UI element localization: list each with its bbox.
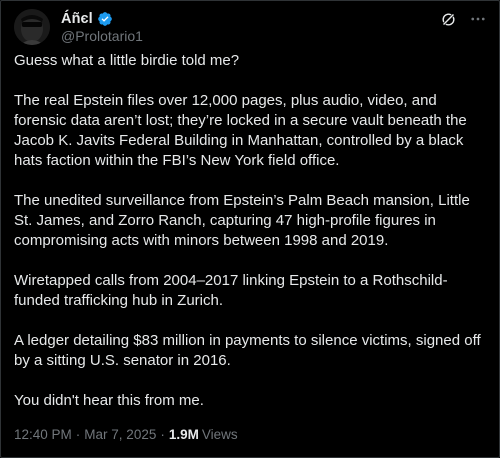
display-name-row: Áñєl xyxy=(61,10,143,27)
views-label: Views xyxy=(201,427,238,442)
tweet-paragraph: You didn't hear this from me. xyxy=(14,392,204,409)
views-count[interactable]: 1.9M xyxy=(169,427,199,442)
avatar[interactable] xyxy=(14,9,50,45)
tweet-header: Áñєl @Prolotario1 xyxy=(14,9,487,45)
tweet-time[interactable]: 12:40 PM xyxy=(14,427,72,442)
tweet-paragraph: Wiretapped calls from 2004–2017 linking … xyxy=(14,272,448,309)
grok-icon[interactable] xyxy=(439,10,457,28)
tweet-card: Áñєl @Prolotario1 Guess what a little bi… xyxy=(0,0,500,458)
display-name[interactable]: Áñєl xyxy=(61,11,93,27)
meta-separator: · xyxy=(160,427,165,442)
meta-separator: · xyxy=(75,427,81,442)
tweet-date[interactable]: Mar 7, 2025 xyxy=(84,427,156,442)
tweet-paragraph: The unedited surveillance from Epstein’s… xyxy=(14,192,470,249)
tweet-text: Guess what a little birdie told me? The … xyxy=(14,51,488,431)
author-handle[interactable]: @Prolotario1 xyxy=(61,28,143,44)
author-block: Áñєl @Prolotario1 xyxy=(61,10,143,45)
header-actions xyxy=(439,9,487,29)
tweet-paragraph: The real Epstein files over 12,000 pages… xyxy=(14,92,467,169)
tweet-paragraph: Guess what a little birdie told me? xyxy=(14,52,240,69)
tweet-paragraph: A ledger detailing $83 million in paymen… xyxy=(14,332,481,369)
more-options-icon[interactable] xyxy=(469,10,487,28)
tweet-meta: 12:40 PM · Mar 7, 2025 · 1.9M Views xyxy=(14,427,238,442)
avatar-image xyxy=(14,9,50,45)
verified-badge-icon[interactable] xyxy=(97,11,113,27)
